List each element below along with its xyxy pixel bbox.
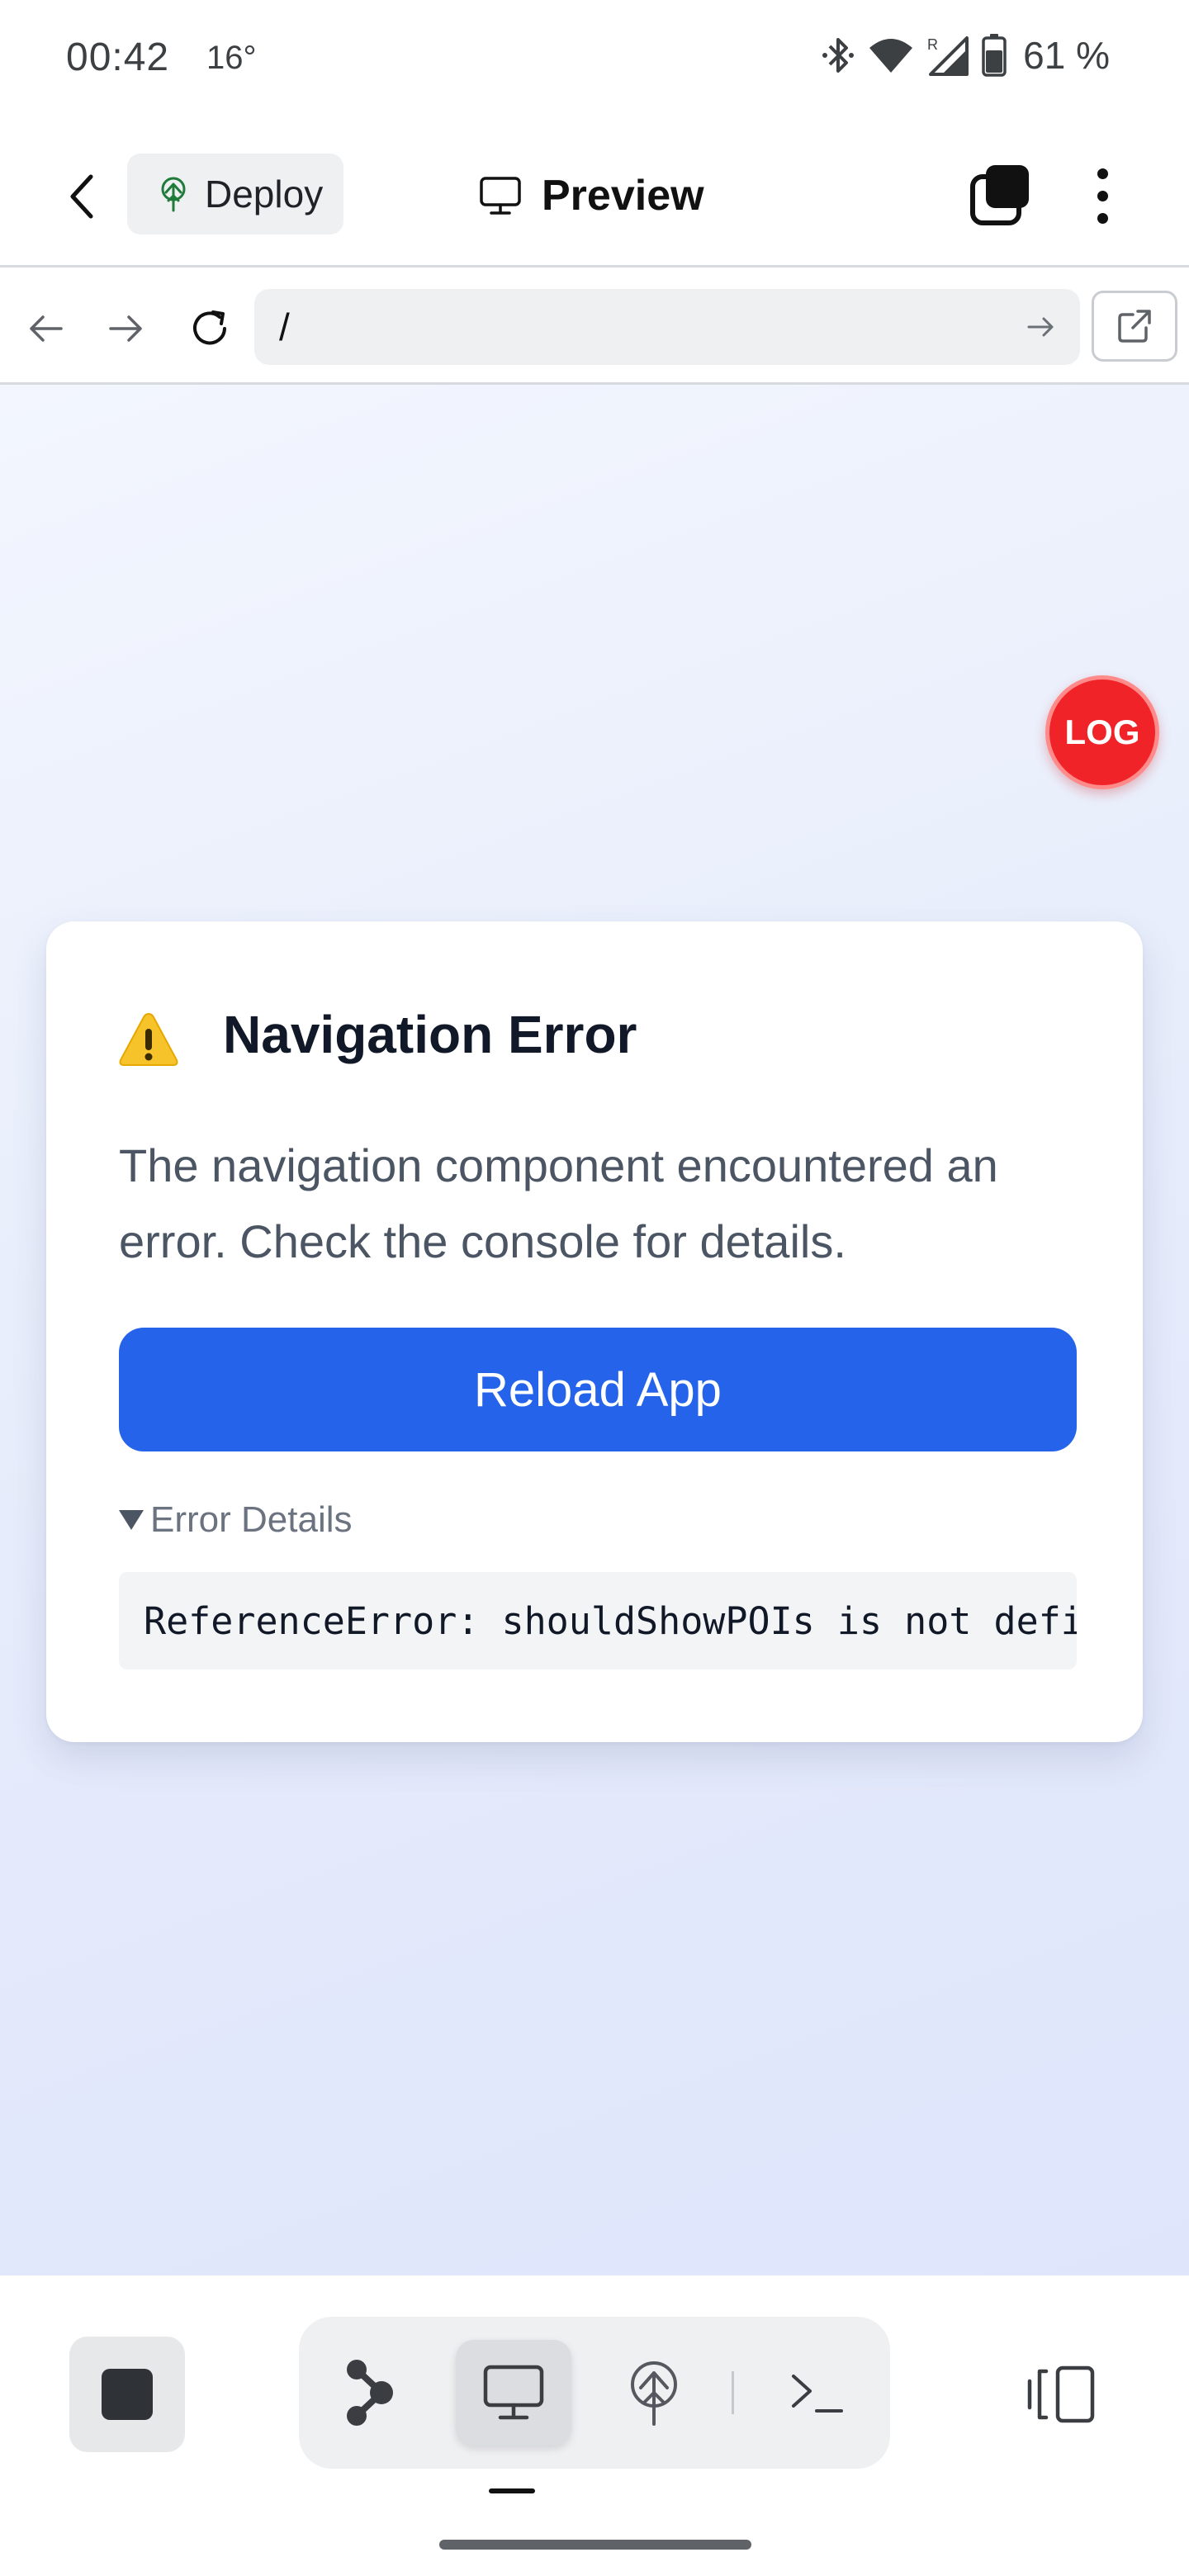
deploy-tree-icon [161,177,186,212]
home-indicator[interactable] [439,2540,751,2550]
arrow-right-icon[interactable] [1021,307,1060,347]
browser-forward-button[interactable] [92,296,159,362]
error-title: Navigation Error [223,1005,637,1064]
status-time: 00:42 [66,36,170,79]
arrow-left-icon [30,315,63,342]
bottom-bar [0,2275,1189,2576]
tabs-button[interactable] [966,162,1034,230]
status-icons: R 61 % [820,33,1110,78]
tab-deploy[interactable] [596,2340,712,2446]
warning-icon [119,1012,178,1066]
error-card: Navigation Error The navigation componen… [46,921,1143,1742]
more-menu-button[interactable] [1073,162,1131,230]
reload-app-label: Reload App [474,1362,722,1417]
page-title: Preview [479,162,704,230]
graph-nodes-icon [347,2360,393,2426]
error-details-toggle[interactable]: Error Details [119,1499,353,1541]
status-temperature: 16° [206,40,257,76]
error-message: The navigation component encountered an … [119,1139,998,1267]
wifi-icon [869,39,913,73]
terminal-icon [792,2375,843,2413]
stop-button[interactable] [69,2337,185,2452]
side-panel-button[interactable] [1021,2337,1103,2452]
error-details-code: ReferenceError: shouldShowPOIs is not de… [119,1572,1077,1669]
browser-reload-button[interactable] [177,296,243,362]
battery-percent: 61 % [1023,34,1110,77]
stop-icon [102,2369,153,2420]
preview-content: LOG Navigation Error The navigation comp… [0,385,1189,2275]
log-button[interactable]: LOG [1045,675,1159,789]
reload-icon [193,310,226,345]
open-external-button[interactable] [1092,291,1177,362]
side-panel-icon [1027,2365,1095,2423]
back-button[interactable] [50,163,116,230]
reload-app-button[interactable]: Reload App [119,1328,1077,1451]
url-text: / [279,305,290,348]
deploy-label: Deploy [205,173,324,215]
external-link-icon [1118,310,1151,343]
app-bar: Deploy Preview [0,124,1189,268]
disclosure-triangle-icon [119,1510,144,1530]
deploy-tree-icon [631,2361,677,2426]
url-input[interactable]: / [254,289,1080,365]
status-bar: 00:42 16° R 61 % [0,0,1189,124]
svg-text:R: R [927,36,938,53]
tab-preview[interactable] [456,2340,571,2446]
monitor-icon [480,177,521,215]
log-button-label: LOG [1064,713,1140,751]
more-vertical-icon [1097,168,1108,179]
error-details-text: ReferenceError: shouldShowPOIs is not de… [144,1598,1077,1643]
tab-console[interactable] [760,2340,875,2446]
chevron-left-icon [70,174,93,219]
arrow-right-icon [109,315,142,342]
bluetooth-icon [822,38,855,73]
tabs-icon [970,165,1029,225]
segment-divider [732,2371,734,2414]
nav-handle [489,2488,535,2493]
error-details-label: Error Details [150,1499,353,1540]
tab-graph[interactable] [314,2340,429,2446]
battery-icon [982,34,1007,77]
signal-roaming-icon: R [927,36,969,76]
browser-back-button[interactable] [13,296,79,362]
deploy-button[interactable]: Deploy [127,154,343,234]
browser-toolbar: / [0,268,1189,385]
page-title-label: Preview [542,172,704,220]
monitor-icon [483,2365,544,2420]
view-switcher [299,2317,890,2469]
